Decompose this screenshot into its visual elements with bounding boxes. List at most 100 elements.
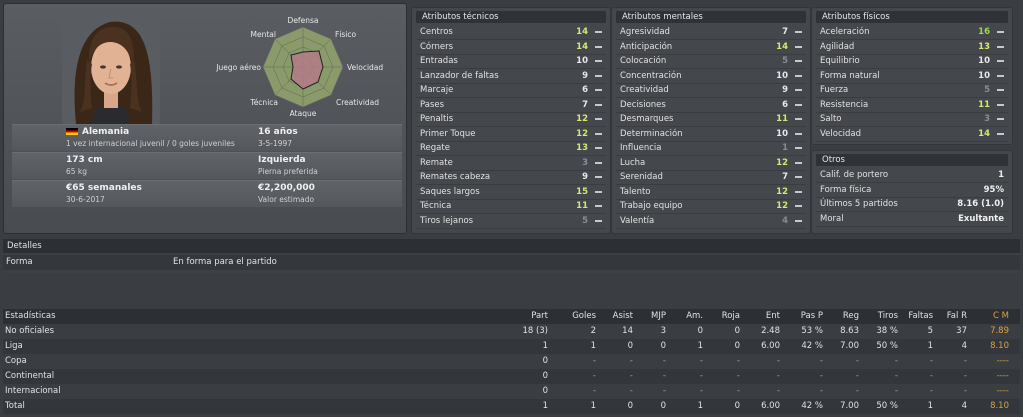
statistics-column-header[interactable]: Asist (613, 309, 633, 324)
statistics-column-header[interactable]: MJP (651, 309, 666, 324)
attribute-label: Centros (420, 27, 453, 37)
player-profile-panel: Defensa Físico Velocidad Creatividad Ata… (3, 3, 407, 234)
statistics-cell: 0 (660, 401, 666, 411)
statistics-cell: - (699, 386, 703, 396)
statistics-cell: 0 (627, 401, 633, 411)
attribute-value: 12 (776, 157, 788, 168)
physical-attributes-title: Atributos físicos (816, 11, 1008, 23)
mentales-row: Colocación 5 (616, 54, 806, 69)
statistics-cell: 0 (542, 371, 548, 381)
statistics-cell: - (699, 356, 703, 366)
mentales-row: Determinación 10 (616, 127, 806, 142)
statistics-column-header[interactable]: Roja (722, 309, 740, 324)
attribute-value: 4 (782, 215, 788, 226)
attribute-label: Aceleración (820, 27, 870, 37)
technical-attributes-title: Atributos técnicos (416, 11, 606, 23)
statistics-cell: 7.00 (840, 341, 859, 351)
statistics-cell: - (592, 356, 596, 366)
statistics-cell: - (592, 386, 596, 396)
statistics-cell: ---- (996, 356, 1009, 366)
trend-dash-icon (795, 118, 802, 120)
statistics-column-header[interactable]: Pas P (801, 309, 823, 324)
statistics-cell: - (776, 371, 780, 381)
statistics-column-header[interactable]: Part (531, 309, 548, 324)
attribute-value: 14 (978, 128, 990, 139)
statistics-row: Internacional 0- - - - - - - - - - - ---- (3, 384, 1020, 399)
attribute-value: 1 (782, 143, 788, 153)
statistics-cell: - (776, 356, 780, 366)
statistics-cell: 4 (961, 401, 967, 411)
trend-dash-icon (795, 103, 802, 106)
statistics-cell: - (819, 356, 823, 366)
trend-dash-icon (595, 176, 602, 178)
statistics-cell: 1 (697, 401, 703, 411)
info-row-nationality: Alemania 1 vez internacional juvenil / 0… (12, 124, 402, 151)
trend-dash-icon (595, 161, 602, 164)
statistics-cell: 0 (697, 326, 703, 336)
attribute-value: 1 (998, 170, 1004, 180)
attribute-value: 5 (782, 56, 788, 66)
attribute-value: 7 (782, 172, 788, 182)
statistics-cell: 0 (660, 341, 666, 351)
preferred-foot-label: Pierna preferida (258, 167, 318, 176)
statistics-row-label: Liga (5, 341, 23, 351)
attribute-value: 9 (782, 85, 788, 95)
trend-dash-icon (595, 147, 602, 149)
statistics-cell: 1 (697, 341, 703, 351)
statistics-row-label: Continental (5, 371, 55, 381)
mentales-row: Desmarques 11 (616, 112, 806, 127)
player-portrait (62, 12, 160, 124)
player-wage: €65 semanales (66, 183, 142, 193)
otros-row: Moral Exultante (816, 212, 1008, 227)
trend-dash-icon (595, 118, 602, 120)
attribute-label: Moral (820, 213, 844, 224)
details-form-label: Forma (6, 257, 33, 267)
statistics-column-header[interactable]: Reg (843, 309, 859, 324)
attribute-value: 10 (776, 70, 788, 81)
statistics-cell: 0 (542, 386, 548, 396)
attribute-value: 14 (576, 41, 588, 52)
statistics-cell: 18 (3) (522, 326, 548, 336)
statistics-column-header[interactable]: Fal R (947, 309, 967, 324)
attribute-label: Forma física (820, 184, 872, 195)
attribute-value: 10 (776, 128, 788, 139)
fisicos-row: Aceleración 16 (816, 25, 1008, 40)
statistics-cell: 8.63 (840, 326, 859, 336)
trend-dash-icon (997, 132, 1004, 135)
statistics-cell: 8.10 (990, 401, 1009, 411)
statistics-cell: - (894, 386, 898, 396)
player-age: 16 años (258, 127, 298, 137)
statistics-column-header[interactable]: Ent (766, 309, 780, 324)
tecnicos-row: Remates cabeza 9 (416, 170, 606, 185)
statistics-row: Total 1 1 0 0 1 0 6.00 42 % 7.00 50 % 1 4 8.10 (3, 399, 1020, 414)
fisicos-row: Salto 3 (816, 112, 1008, 127)
statistics-column-header[interactable]: Am. (686, 309, 703, 324)
attribute-value: 95% (983, 184, 1004, 195)
attribute-value: 10 (576, 56, 588, 66)
attribute-value: 7 (782, 27, 788, 37)
physical-attributes-panel: Atributos físicos Aceleración 16 Agilidad 1… (811, 7, 1013, 145)
trend-dash-icon (595, 219, 602, 222)
trend-dash-icon (595, 190, 602, 193)
fisicos-row: Resistencia 11 (816, 98, 1008, 113)
nationality: Alemania (82, 127, 130, 137)
other-attributes-panel: Otros Calif. de portero 1 Forma física 95% Ú… (811, 150, 1013, 234)
trend-dash-icon (595, 89, 602, 91)
trend-dash-icon (595, 132, 602, 135)
statistics-column-header[interactable]: Faltas (908, 309, 933, 324)
statistics-column-header[interactable]: Tiros (878, 309, 898, 324)
mentales-row: Valentía 4 (616, 214, 806, 229)
statistics-column-header[interactable]: Goles (572, 309, 596, 324)
attribute-value: 11 (576, 201, 588, 211)
attribute-value: 12 (576, 128, 588, 139)
trend-dash-icon (595, 60, 602, 62)
radar-label-defensa: Defensa (288, 16, 319, 25)
statistics-cell: 0 (542, 356, 548, 366)
statistics-cell: 6.00 (761, 341, 780, 351)
attribute-label: Valentía (620, 215, 655, 226)
statistics-row: Continental 0- - - - - - - - - - - ---- (3, 369, 1020, 384)
radar-label-tecnica: Técnica (249, 98, 278, 107)
tecnicos-row: Primer Toque 12 (416, 127, 606, 142)
statistics-cell: ---- (996, 371, 1009, 381)
statistics-column-header[interactable]: C M (993, 309, 1009, 324)
